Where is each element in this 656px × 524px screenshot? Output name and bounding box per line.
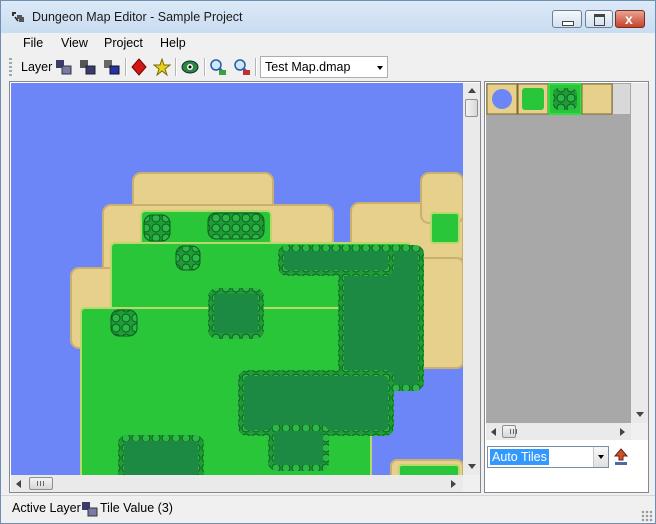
close-button[interactable]: x — [615, 10, 645, 28]
app-icon — [12, 12, 24, 22]
map-viewport — [9, 81, 481, 493]
map-vertical-scroll-thumb[interactable] — [465, 99, 478, 117]
bush-tile[interactable] — [548, 83, 582, 115]
layer-label: Layer — [21, 60, 53, 74]
scroll-up-icon[interactable] — [468, 88, 476, 93]
layer-3-icon[interactable] — [103, 58, 121, 76]
maximize-button[interactable] — [585, 10, 613, 28]
map-canvas[interactable] — [11, 83, 463, 475]
zoom-out-icon[interactable] — [233, 58, 251, 76]
zoom-in-icon[interactable] — [209, 58, 227, 76]
layer-2-icon[interactable] — [79, 58, 97, 76]
tile-palette-panel: Auto Tiles — [484, 81, 649, 493]
toolbar-separator — [175, 58, 177, 76]
close-icon: x — [625, 11, 633, 27]
map-horizontal-scroll-thumb[interactable] — [29, 477, 53, 490]
map-select[interactable]: Test Map.dmap — [260, 56, 388, 78]
menu-view[interactable]: View — [61, 36, 88, 50]
status-bar: Active Layer Tile Value (3) — [1, 495, 655, 524]
sand-tile[interactable] — [581, 83, 613, 115]
toolbar-separator — [204, 58, 206, 76]
red-gem-icon[interactable] — [130, 58, 148, 76]
scroll-left-icon[interactable] — [16, 480, 21, 488]
map-horizontal-scrollbar[interactable] — [11, 475, 463, 492]
scrollbar-corner — [463, 475, 480, 492]
chevron-down-icon[interactable] — [593, 447, 608, 467]
main-window: Dungeon Map Editor - Sample Project x Fi… — [0, 0, 656, 524]
menu-project[interactable]: Project — [104, 36, 143, 50]
map-vertical-scrollbar[interactable] — [463, 83, 480, 475]
chevron-down-icon — [377, 66, 383, 70]
menu-help[interactable]: Help — [160, 36, 186, 50]
toolbar-separator — [125, 58, 127, 76]
import-tileset-icon[interactable] — [612, 448, 630, 466]
minimize-button[interactable] — [552, 10, 582, 28]
grass-tile[interactable] — [517, 83, 549, 115]
scroll-down-icon[interactable] — [636, 412, 644, 417]
scroll-right-icon[interactable] — [451, 480, 456, 488]
scroll-right-icon[interactable] — [620, 428, 625, 436]
scroll-left-icon[interactable] — [491, 428, 496, 436]
active-layer-label: Active Layer — [12, 501, 81, 515]
tile-palette[interactable] — [486, 83, 631, 423]
scroll-down-icon[interactable] — [468, 464, 476, 469]
tile-value: Tile Value (3) — [100, 501, 173, 515]
map-select-value: Test Map.dmap — [265, 60, 351, 74]
active-layer-icon — [82, 502, 98, 517]
tileset-select-value: Auto Tiles — [490, 449, 549, 465]
palette-horizontal-scrollbar[interactable] — [486, 423, 631, 440]
water-tile[interactable] — [486, 83, 518, 115]
eye-icon[interactable] — [181, 58, 199, 76]
palette-vertical-scrollbar[interactable] — [631, 83, 648, 423]
star-icon[interactable] — [153, 58, 171, 76]
menu-file[interactable]: File — [23, 36, 43, 50]
scrollbar-corner — [631, 423, 648, 440]
menu-bar: File View Project Help — [1, 33, 655, 53]
toolbar-grip[interactable] — [9, 58, 12, 76]
toolbar: Layer Test Map.dmap — [7, 54, 388, 80]
window-title: Dungeon Map Editor - Sample Project — [32, 10, 243, 24]
tileset-select[interactable]: Auto Tiles — [487, 446, 609, 468]
title-bar[interactable]: Dungeon Map Editor - Sample Project x — [1, 1, 655, 33]
layer-1-icon[interactable] — [55, 58, 73, 76]
resize-grip-icon[interactable] — [641, 510, 653, 522]
palette-horizontal-scroll-thumb[interactable] — [502, 425, 518, 438]
toolbar-separator — [255, 58, 257, 76]
